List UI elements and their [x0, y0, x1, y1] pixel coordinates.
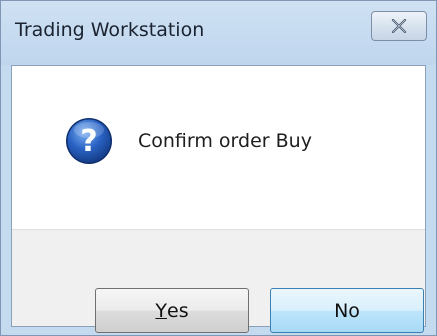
- dialog-content: ? Confirm order Buy Yes No: [11, 65, 426, 333]
- yes-accelerator: Y: [155, 299, 167, 322]
- yes-button[interactable]: Yes: [95, 288, 249, 333]
- message-text: Confirm order Buy: [138, 130, 312, 152]
- button-bar: Yes No: [12, 229, 425, 333]
- title-bar[interactable]: Trading Workstation: [1, 1, 436, 65]
- no-label: No: [334, 299, 360, 322]
- window-title: Trading Workstation: [15, 19, 205, 41]
- no-button[interactable]: No: [270, 288, 424, 333]
- confirm-dialog: Trading Workstation ? Confirm order Buy …: [0, 0, 437, 336]
- message-area: ? Confirm order Buy: [12, 66, 425, 229]
- close-icon: [391, 19, 407, 33]
- yes-label-rest: es: [167, 299, 189, 322]
- question-icon: ?: [66, 118, 112, 164]
- close-button[interactable]: [371, 11, 427, 41]
- svg-text:?: ?: [80, 124, 97, 159]
